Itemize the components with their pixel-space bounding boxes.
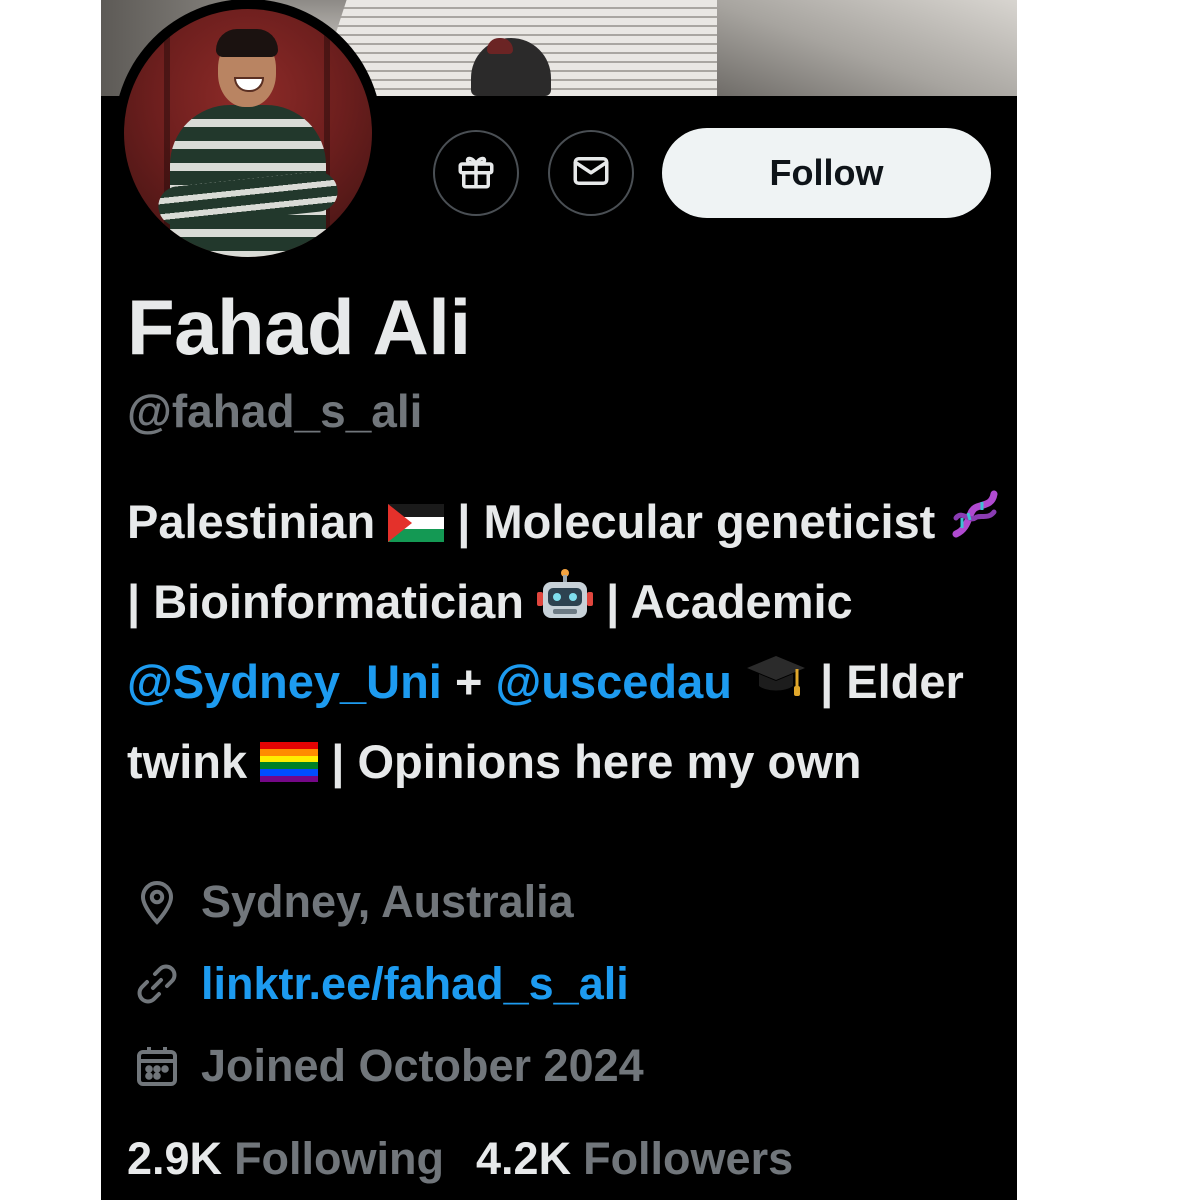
follow-stats: 2.9K Following 4.2K Followers	[127, 1133, 793, 1185]
location-row: Sydney, Australia	[131, 872, 574, 932]
avatar-photo	[124, 9, 372, 257]
website-row: linktr.ee/fahad_s_ali	[131, 954, 629, 1014]
bio-text: Palestinian	[127, 495, 376, 548]
gift-icon	[455, 150, 497, 197]
followers-link[interactable]: 4.2K Followers	[476, 1133, 793, 1185]
profile-name: Fahad Ali	[127, 283, 471, 371]
banner-wall	[717, 0, 1017, 96]
following-label: Following	[234, 1133, 445, 1184]
bio-text: | Molecular geneticist	[457, 495, 936, 548]
robot-icon	[537, 568, 594, 644]
location-text: Sydney, Australia	[201, 876, 574, 927]
dna-icon	[948, 488, 1002, 564]
bio-text: | Academic	[606, 575, 853, 628]
joined-text: Joined October 2024	[201, 1040, 644, 1091]
graduation-cap-icon	[745, 648, 807, 724]
profile-card: Follow Fahad Ali @fahad_s_ali Palestinia…	[101, 0, 1017, 1200]
following-link[interactable]: 2.9K Following	[127, 1133, 444, 1185]
palestine-flag-icon	[388, 488, 445, 564]
profile-handle: @fahad_s_ali	[127, 385, 423, 437]
avatar[interactable]	[114, 0, 382, 267]
followers-label: Followers	[583, 1133, 794, 1184]
message-button[interactable]	[548, 130, 634, 216]
bio-text: +	[454, 655, 483, 708]
gift-button[interactable]	[433, 130, 519, 216]
website-link[interactable]: linktr.ee/fahad_s_ali	[201, 958, 629, 1010]
link-icon	[131, 958, 183, 1010]
bio-text: | Bioinformatician	[127, 575, 525, 628]
calendar-icon	[131, 1040, 183, 1092]
joined-row: Joined October 2024	[131, 1036, 644, 1096]
following-count: 2.9K	[127, 1133, 223, 1184]
mention-link[interactable]: @Sydney_Uni	[127, 655, 442, 708]
follow-button[interactable]: Follow	[662, 128, 991, 218]
profile-bio: Palestinian | Molecular geneticist | Bio…	[127, 484, 1007, 804]
banner-person-hat	[487, 38, 513, 54]
avatar-hair	[216, 29, 278, 57]
location-pin-icon	[131, 876, 183, 928]
rainbow-flag-icon	[260, 728, 319, 804]
bio-text: | Opinions here my own	[331, 735, 862, 788]
envelope-icon	[570, 150, 612, 197]
mention-link[interactable]: @uscedau	[495, 655, 732, 708]
followers-count: 4.2K	[476, 1133, 572, 1184]
